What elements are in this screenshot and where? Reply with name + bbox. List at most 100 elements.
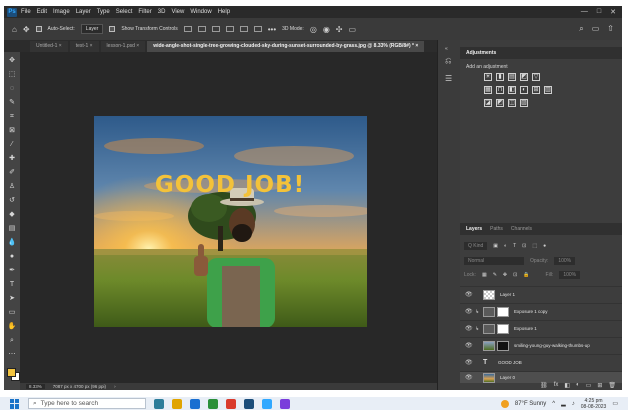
opacity-field[interactable]: 100% <box>554 257 576 265</box>
trash-icon[interactable]: 🗑 <box>608 382 616 390</box>
curves-icon[interactable]: ▤ <box>508 73 516 81</box>
menu-layer[interactable]: Layer <box>76 9 91 15</box>
document-info[interactable]: 7087 px x 4700 px (96 ppi) <box>53 384 106 389</box>
filter-toggle-icon[interactable]: ● <box>543 243 546 249</box>
eraser-tool-icon[interactable]: ◆ <box>7 210 17 220</box>
auto-select-dropdown[interactable]: Layer <box>80 24 104 34</box>
layer-name[interactable]: Layer 1 <box>500 292 515 297</box>
filter-shape-icon[interactable]: ⊡ <box>522 243 526 249</box>
layer-kind-filter[interactable]: Q Kind <box>464 242 488 250</box>
search-icon[interactable]: ⌕ <box>579 24 583 34</box>
menu-help[interactable]: Help <box>218 9 230 15</box>
crop-tool-icon[interactable]: ⌗ <box>7 112 17 122</box>
tab-paths[interactable]: Paths <box>490 226 503 232</box>
maximize-button[interactable]: □ <box>597 8 601 16</box>
filter-adjust-icon[interactable]: ◐ <box>504 243 507 249</box>
link-layers-icon[interactable]: ⛓ <box>540 382 548 390</box>
filter-type-icon[interactable]: T <box>513 243 516 249</box>
move-tool-icon[interactable]: ✥ <box>23 25 30 34</box>
path-select-icon[interactable]: ➤ <box>7 294 17 304</box>
align-left-icon[interactable] <box>183 26 192 32</box>
hand-tool-icon[interactable]: ✋ <box>7 322 17 332</box>
visibility-eye-icon[interactable]: 👁 <box>465 359 475 366</box>
threshold-icon[interactable]: ◫ <box>508 99 516 107</box>
menu-3d[interactable]: 3D <box>158 9 166 15</box>
color-balance-icon[interactable]: ⊓ <box>496 86 504 94</box>
blur-tool-icon[interactable]: 💧 <box>7 238 17 248</box>
layer-name[interactable]: Layer 0 <box>500 375 515 380</box>
workspace-icon[interactable]: ▭ <box>592 24 600 34</box>
type-tool-icon[interactable]: T <box>7 280 17 290</box>
roll-3d-icon[interactable]: ◉ <box>323 25 330 34</box>
more-tools-icon[interactable]: ⋯ <box>7 350 17 360</box>
network-icon[interactable]: ▂ <box>561 400 566 407</box>
pen-tool-icon[interactable]: ✒ <box>7 266 17 276</box>
distribute-vertical-icon[interactable] <box>253 26 262 32</box>
lock-paint-icon[interactable]: ✎ <box>493 272 497 278</box>
layer-row[interactable]: 👁 smiling-young-guy-walking-thumbs-up <box>460 337 622 353</box>
zoom-level-field[interactable]: 8.33% <box>26 384 45 389</box>
menu-filter[interactable]: Filter <box>138 9 151 15</box>
close-button[interactable]: ✕ <box>610 8 616 16</box>
brightness-contrast-icon[interactable]: ☀ <box>484 73 492 81</box>
layer-name[interactable]: smiling-young-guy-walking-thumbs-up <box>514 343 590 348</box>
new-group-icon[interactable]: ▭ <box>586 382 592 390</box>
weather-text[interactable]: 87°F Sunny <box>515 401 546 407</box>
camera-3d-icon[interactable]: ▭ <box>349 25 357 34</box>
lock-pixels-icon[interactable]: ▦ <box>482 272 487 278</box>
app-icon[interactable] <box>262 398 272 409</box>
gradient-tool-icon[interactable]: ▤ <box>7 224 17 234</box>
home-icon[interactable]: ⌂ <box>12 25 17 34</box>
hue-saturation-icon[interactable]: ▦ <box>484 86 492 94</box>
photoshop-taskbar-icon[interactable] <box>244 398 254 409</box>
layer-row[interactable]: 👁 ↳ Exposure 1 <box>460 320 622 336</box>
layer-row[interactable]: 👁 ↳ Exposure 1 copy <box>460 303 622 319</box>
frame-tool-icon[interactable]: ⊠ <box>7 126 17 136</box>
levels-icon[interactable]: ▮ <box>496 73 504 81</box>
layer-name[interactable]: GOOD JOB <box>498 360 522 365</box>
menu-edit[interactable]: Edit <box>37 9 47 15</box>
chrome-icon[interactable] <box>226 398 236 409</box>
notifications-icon[interactable]: ▭ <box>612 400 618 407</box>
app-icon[interactable] <box>280 398 290 409</box>
quick-select-tool-icon[interactable]: ✎ <box>7 98 17 108</box>
marquee-tool-icon[interactable]: ⬚ <box>7 70 17 80</box>
color-lookup-icon[interactable]: ▥ <box>544 86 552 94</box>
windows-start-icon[interactable] <box>10 398 20 409</box>
zoom-tool-icon[interactable]: ⌕ <box>7 336 17 346</box>
exposure-icon[interactable]: ◩ <box>520 73 528 81</box>
pan-3d-icon[interactable]: ✣ <box>336 25 343 34</box>
new-adjustment-icon[interactable]: ◐ <box>576 382 580 390</box>
tab-untitled-1[interactable]: Untitled-1 × <box>30 41 68 52</box>
filter-smart-icon[interactable]: ⬚ <box>532 243 537 249</box>
status-arrow-icon[interactable]: › <box>114 384 116 389</box>
visibility-eye-icon[interactable]: 👁 <box>465 308 475 315</box>
clone-stamp-icon[interactable]: ♙ <box>7 182 17 192</box>
menu-file[interactable]: File <box>21 9 31 15</box>
tab-adjustments[interactable]: Adjustments <box>466 50 496 56</box>
history-brush-icon[interactable]: ↺ <box>7 196 17 206</box>
collapse-icon[interactable]: « <box>445 46 448 52</box>
healing-brush-icon[interactable]: ✚ <box>7 154 17 164</box>
tab-active-document[interactable]: wide-angle-shot-single-tree-growing-clou… <box>147 41 425 52</box>
layer-row[interactable]: 👁 T GOOD JOB <box>460 354 622 370</box>
dodge-tool-icon[interactable]: ● <box>7 252 17 262</box>
brush-tool-icon[interactable]: ✐ <box>7 168 17 178</box>
document-image[interactable]: GOOD JOB! <box>94 116 367 327</box>
new-layer-icon[interactable]: ⊞ <box>597 382 602 390</box>
add-mask-icon[interactable]: ◧ <box>564 382 570 390</box>
menu-window[interactable]: Window <box>190 9 211 15</box>
fill-field[interactable]: 100% <box>559 271 581 279</box>
taskbar-search[interactable]: ⌕ Type here to search <box>28 398 146 409</box>
lasso-tool-icon[interactable]: ◌ <box>7 84 17 94</box>
filter-pixel-icon[interactable]: ▣ <box>493 243 498 249</box>
edge-icon[interactable] <box>190 398 200 409</box>
black-white-icon[interactable]: ◧ <box>508 86 516 94</box>
move-tool-icon[interactable]: ✥ <box>7 56 17 66</box>
history-panel-icon[interactable]: ⎌ <box>445 56 451 66</box>
visibility-eye-icon[interactable]: 👁 <box>465 291 475 298</box>
vibrance-icon[interactable]: ▽ <box>532 73 540 81</box>
tray-chevron-icon[interactable]: ^ <box>552 401 555 407</box>
transform-controls-checkbox[interactable] <box>109 26 116 32</box>
properties-panel-icon[interactable]: ☰ <box>445 74 452 83</box>
